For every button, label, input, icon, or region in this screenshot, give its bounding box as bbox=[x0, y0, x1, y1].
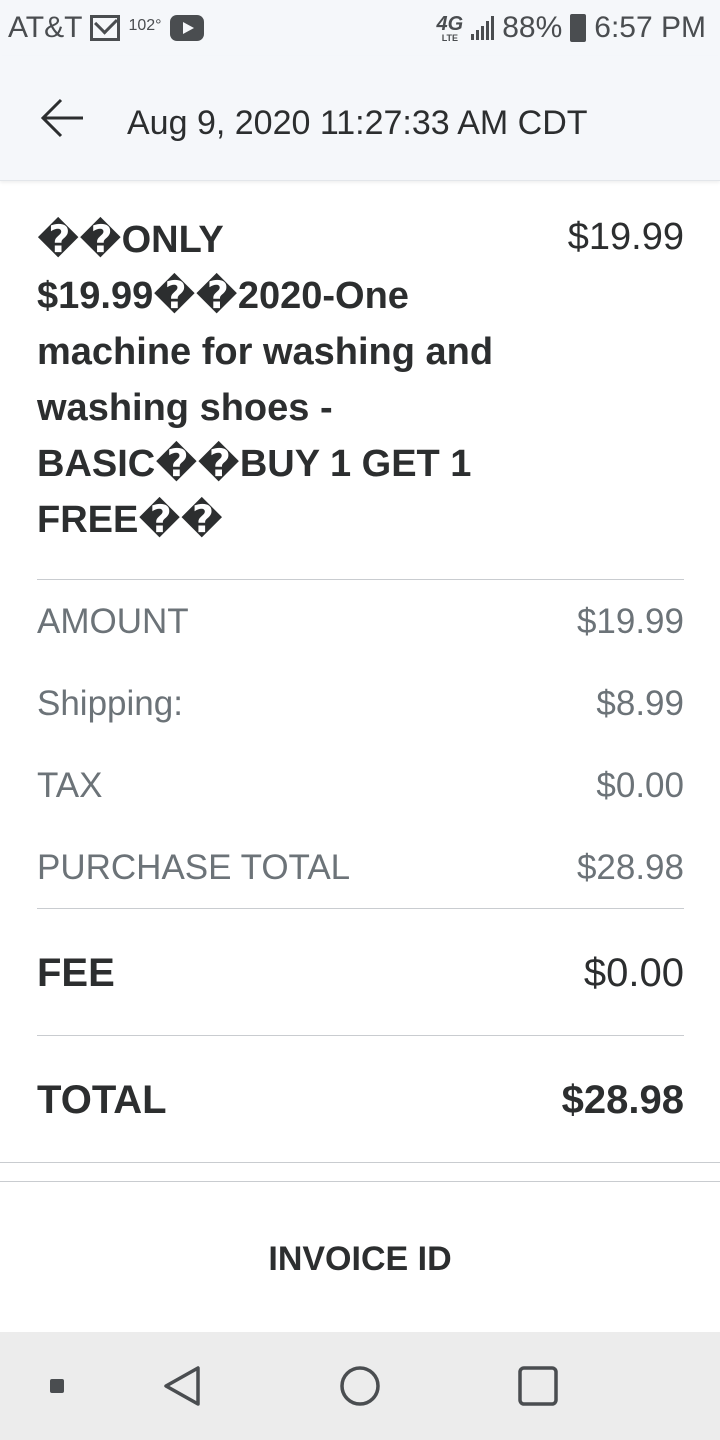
page-title: Aug 9, 2020 11:27:33 AM CDT bbox=[127, 104, 588, 142]
summary-value: $8.99 bbox=[596, 684, 684, 723]
dot-icon[interactable] bbox=[50, 1379, 64, 1393]
fee-value: $0.00 bbox=[583, 951, 684, 995]
youtube-icon bbox=[169, 15, 204, 41]
arrow-left-icon bbox=[40, 98, 83, 138]
section-divider bbox=[0, 1181, 720, 1182]
network-sub-label: LTE bbox=[441, 32, 459, 43]
app-header: Aug 9, 2020 11:27:33 AM CDT bbox=[0, 56, 720, 181]
item-row: ��ONLY $19.99��2020-One machine for wash… bbox=[37, 212, 684, 548]
status-right: 4G LTE 88% 6:57 PM bbox=[437, 11, 706, 45]
battery-percent: 88% bbox=[502, 11, 563, 44]
summary-label: AMOUNT bbox=[37, 602, 189, 641]
signal-icon bbox=[471, 16, 495, 40]
network-label: 4G bbox=[436, 12, 464, 35]
home-circle-icon bbox=[340, 1366, 380, 1406]
summary-row-purchase-total: PURCHASE TOTAL $28.98 bbox=[37, 848, 684, 888]
back-triangle-icon bbox=[164, 1366, 200, 1406]
divider bbox=[37, 1035, 684, 1036]
temperature-label: 102° bbox=[128, 17, 162, 34]
network-indicator: 4G LTE bbox=[437, 14, 464, 43]
clock: 6:57 PM bbox=[594, 11, 706, 44]
summary-value: $0.00 bbox=[596, 766, 684, 805]
fee-label: FEE bbox=[37, 951, 115, 995]
summary-value: $28.98 bbox=[576, 848, 684, 887]
total-row: TOTAL $28.98 bbox=[37, 1078, 684, 1123]
total-label: TOTAL bbox=[37, 1078, 167, 1122]
invoice-id-label: INVOICE ID bbox=[268, 1240, 452, 1278]
summary-row-tax: TAX $0.00 bbox=[37, 766, 684, 806]
divider bbox=[37, 579, 684, 580]
battery-icon bbox=[570, 14, 587, 42]
recents-nav-button[interactable] bbox=[516, 1364, 560, 1408]
status-bar: AT&T 102° 4G LTE 88% 6:57 PM bbox=[0, 0, 720, 56]
back-nav-button[interactable] bbox=[160, 1364, 204, 1408]
total-value: $28.98 bbox=[561, 1078, 684, 1122]
divider bbox=[37, 908, 684, 909]
summary-label: TAX bbox=[37, 766, 103, 805]
system-nav-bar bbox=[0, 1332, 720, 1440]
item-title: ��ONLY $19.99��2020-One machine for wash… bbox=[37, 219, 494, 541]
mail-icon bbox=[90, 15, 121, 41]
fee-row: FEE $0.00 bbox=[37, 951, 684, 996]
summary-value: $19.99 bbox=[576, 602, 684, 641]
summary-row-shipping: Shipping: $8.99 bbox=[37, 684, 684, 724]
recents-square-icon bbox=[518, 1366, 558, 1406]
summary-label: PURCHASE TOTAL bbox=[37, 848, 351, 887]
home-nav-button[interactable] bbox=[338, 1364, 382, 1408]
status-left: AT&T 102° bbox=[8, 11, 204, 45]
summary-row-amount: AMOUNT $19.99 bbox=[37, 602, 684, 642]
summary-label: Shipping: bbox=[37, 684, 183, 723]
section-divider bbox=[0, 1162, 720, 1163]
carrier-label: AT&T bbox=[8, 11, 83, 44]
item-price: $19.99 bbox=[567, 216, 684, 258]
back-button[interactable] bbox=[40, 96, 86, 140]
